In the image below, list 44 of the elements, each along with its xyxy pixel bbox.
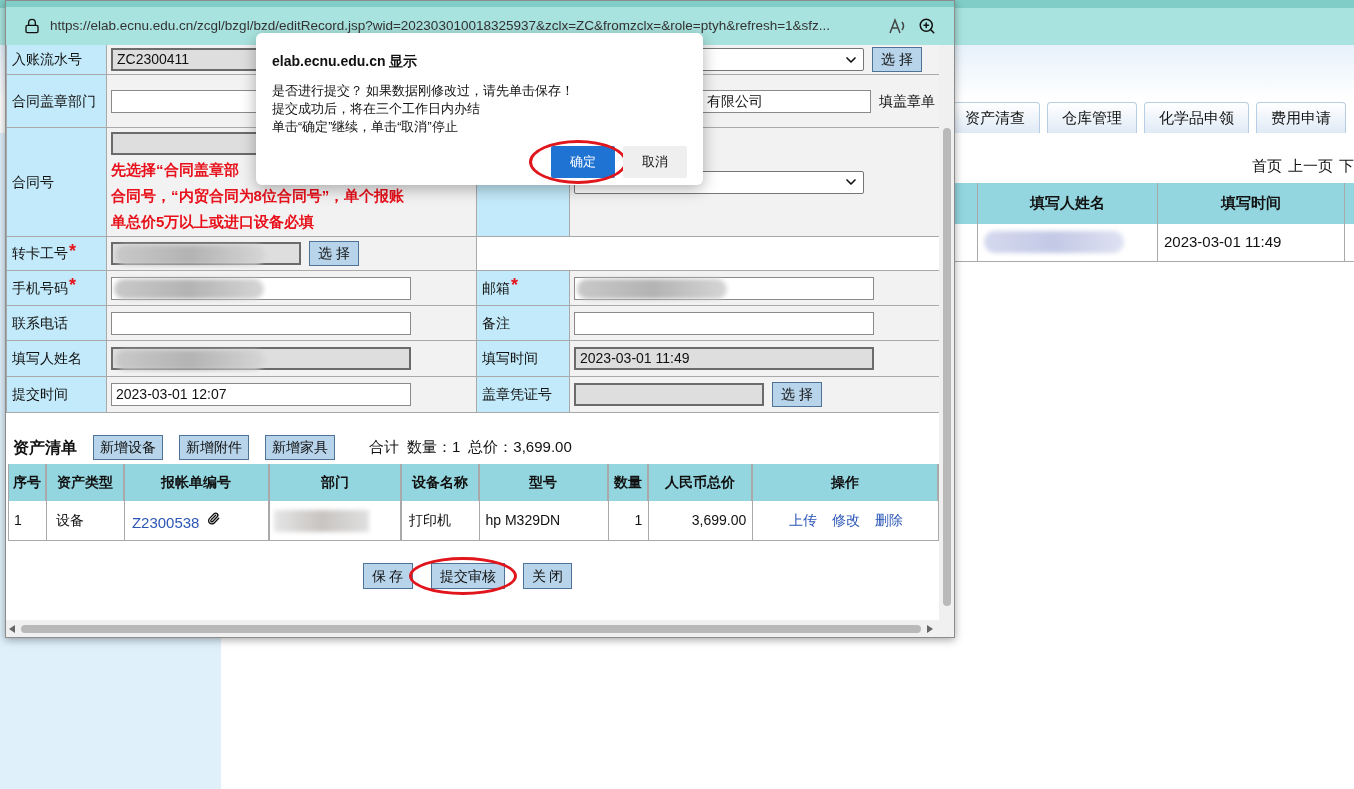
field-label: 转卡工号 — [12, 244, 68, 263]
dialog-message: 是否进行提交？ 如果数据刚修改过，请先单击保存！ — [272, 83, 576, 100]
column-header: 型号 — [479, 464, 610, 501]
field-label: 入账流水号 — [12, 50, 82, 69]
column-header: 人民币总价 — [649, 464, 754, 501]
field-label: 合同号 — [12, 172, 54, 192]
required-mark: * — [511, 276, 518, 294]
table-cell-text: 设备 — [55, 511, 84, 530]
field-label: 填写时间 — [482, 349, 538, 368]
table-cell-text: 打印机 — [408, 511, 451, 530]
required-mark: * — [69, 241, 76, 260]
dialog-message: 单击“确定”继续，单击“取消”停止 — [272, 119, 459, 136]
required-mark: * — [69, 276, 76, 294]
column-header: 资产类型 — [46, 464, 125, 501]
field-label: 手机号码 — [12, 278, 68, 298]
column-header: 部门 — [269, 464, 402, 501]
column-header: 报帐单编号 — [124, 464, 270, 501]
table-cell-text: hp M329DN — [485, 511, 561, 530]
dialog-title: elab.ecnu.edu.cn 显示 — [272, 52, 419, 71]
suffix-text: 填盖章单 — [879, 91, 935, 111]
table-cell-text: 3,699.00 — [691, 511, 747, 530]
section-title: 资产清单 — [13, 437, 77, 458]
warning-text: 合同号，“内贸合同为8位合同号”，单个报账 — [111, 185, 406, 206]
table-cell-text: 1 — [14, 511, 22, 530]
warning-text: 先选择“合同盖章部 — [111, 159, 240, 180]
field-label: 提交时间 — [12, 385, 68, 404]
table-cell-text: 2023-03-01 11:49 — [1164, 231, 1282, 252]
dialog-message: 提交成功后，将在三个工作日内办结 — [272, 101, 481, 118]
column-header: 数量 — [609, 464, 650, 501]
field-label: 填写人姓名 — [12, 349, 82, 368]
field-label: 备注 — [482, 313, 510, 333]
field-label: 盖章凭证号 — [482, 385, 552, 404]
summary-text: 合计 — [369, 437, 399, 458]
column-header: 填写人姓名 — [978, 182, 1158, 224]
column-header: 设备名称 — [401, 464, 480, 501]
table-cell-text: 1 — [634, 511, 643, 530]
column-header: 序号 — [9, 464, 47, 501]
field-label: 邮箱 — [482, 278, 510, 298]
field-label: 合同盖章部门 — [12, 91, 96, 111]
warning-text: 单总价5万以上或进口设备必填 — [111, 211, 316, 232]
summary-text: 总价：3,699.00 — [468, 437, 572, 458]
summary-text: 数量：1 — [407, 437, 461, 458]
field-label: 联系电话 — [12, 313, 68, 333]
column-header: 填写时间 — [1158, 182, 1345, 224]
